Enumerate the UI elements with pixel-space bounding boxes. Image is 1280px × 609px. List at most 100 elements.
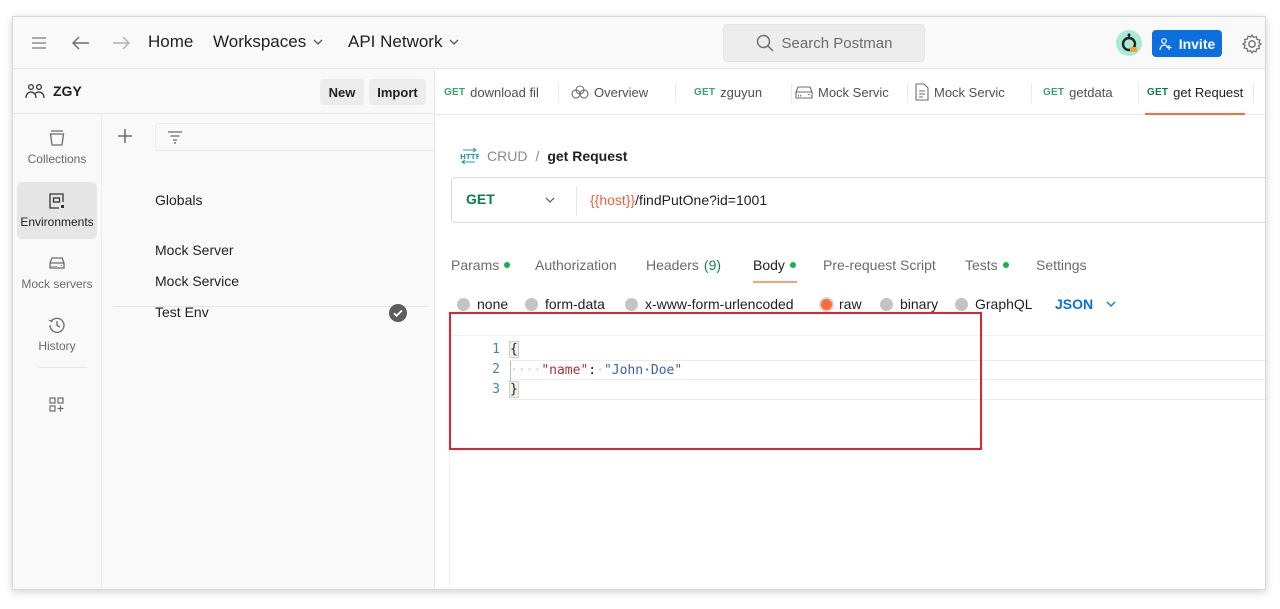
environment-item[interactable]: Test Env — [155, 304, 415, 320]
sidebar-item-mock-servers[interactable]: Mock servers — [17, 244, 97, 301]
new-button-label: New — [328, 84, 356, 100]
search-input[interactable]: Search Postman — [723, 24, 925, 62]
close-brace: } — [509, 381, 519, 398]
tab-label: Settings — [1036, 257, 1087, 273]
tab-label: Params — [451, 257, 500, 273]
radio-x-www-form-urlencoded[interactable]: x-www-form-urlencoded — [625, 296, 794, 312]
nav-api-network[interactable]: API Network — [348, 32, 460, 52]
radio-form-data[interactable]: form-data — [525, 296, 605, 312]
active-environment-check-icon[interactable] — [389, 304, 407, 322]
tab-mock-service-env[interactable]: Mock Servic — [915, 70, 1023, 114]
tab-method: GET — [1147, 86, 1169, 98]
tab-label: Mock Servic — [818, 84, 889, 100]
sidebar-item-collections[interactable]: Collections — [17, 119, 97, 176]
svg-text:HTTP: HTTP — [460, 153, 479, 161]
line-number: 2 — [492, 362, 500, 377]
breadcrumb-current[interactable]: get Request — [547, 148, 627, 164]
tab-separator — [907, 83, 908, 103]
add-environment-icon[interactable] — [116, 127, 134, 145]
tab-method: GET — [1043, 86, 1065, 98]
avatar[interactable] — [1116, 30, 1142, 56]
tab-params[interactable]: Params — [451, 257, 511, 273]
import-button-label: Import — [377, 84, 418, 100]
method-select[interactable]: GET — [466, 191, 495, 207]
breadcrumb-parent[interactable]: CRUD — [487, 148, 527, 164]
forward-arrow-icon[interactable] — [111, 33, 131, 53]
tab-bar: GET download fil Overview GET zguyun Moc… — [435, 70, 1265, 115]
tab-authorization[interactable]: Authorization — [535, 257, 617, 273]
environment-item[interactable]: Mock Server — [155, 242, 415, 258]
menu-icon[interactable] — [29, 33, 49, 53]
code-line: ····"name":·"John·Doe" — [510, 360, 1265, 381]
tab-label: Body — [753, 257, 785, 273]
radio-label: none — [477, 296, 509, 312]
tab-zguyun[interactable]: GET zguyun — [694, 70, 784, 114]
radio-button[interactable] — [457, 297, 470, 311]
nav-workspaces[interactable]: Workspaces — [213, 32, 324, 52]
tab-download-file[interactable]: GET download fil — [444, 70, 549, 114]
code-line: { — [509, 340, 1265, 360]
radio-graphql[interactable]: GraphQL — [955, 296, 1033, 312]
radio-raw[interactable]: raw — [821, 296, 862, 312]
settings-gear-icon[interactable] — [1241, 33, 1263, 55]
line-number: 1 — [492, 342, 500, 357]
sidebar-item-history[interactable]: History — [17, 306, 97, 363]
sidebar-item-label: Collections — [27, 152, 87, 166]
radio-button[interactable] — [525, 297, 538, 311]
radio-label: form-data — [545, 296, 605, 312]
tab-headers[interactable]: Headers (9) — [646, 257, 721, 273]
json-colon: : — [588, 363, 597, 378]
tab-pre-request-script[interactable]: Pre-request Script — [823, 257, 936, 273]
line-numbers: 1 2 3 — [450, 340, 500, 400]
radio-label: binary — [900, 296, 939, 312]
tab-getdata[interactable]: GET getdata — [1043, 70, 1133, 114]
radio-button[interactable] — [955, 297, 968, 311]
back-arrow-icon[interactable] — [71, 33, 91, 53]
add-workbench-icon — [49, 397, 64, 412]
tab-tests[interactable]: Tests — [965, 257, 1009, 273]
tab-settings[interactable]: Settings — [1036, 257, 1087, 273]
code-content[interactable]: { ····"name":·"John·Doe" } — [509, 340, 1265, 400]
tab-separator — [1031, 83, 1032, 103]
tab-get-request[interactable]: GET get Request — [1147, 70, 1247, 114]
filter-icon — [168, 131, 182, 144]
tab-label: download fil — [470, 84, 539, 100]
active-tab-indicator — [1145, 113, 1245, 115]
chevron-down-icon — [313, 39, 323, 45]
radio-label: GraphQL — [975, 296, 1033, 312]
sidebar-item-environments[interactable]: Environments — [17, 182, 97, 239]
breadcrumb-separator: / — [535, 148, 540, 164]
radio-none[interactable]: none — [457, 296, 508, 312]
radio-button[interactable] — [625, 297, 638, 311]
status-dot — [789, 262, 796, 268]
chevron-down-icon — [450, 39, 459, 45]
import-button[interactable]: Import — [369, 79, 426, 105]
tab-label: Headers — [646, 257, 699, 273]
workspace-name[interactable]: ZGY — [25, 83, 82, 99]
tab-mock-server[interactable]: Mock Servic — [795, 70, 903, 114]
url-path: /findPutOne?id=1001 — [635, 192, 768, 208]
tab-overview[interactable]: Overview — [571, 70, 671, 114]
filter-environments-input[interactable] — [155, 123, 437, 151]
headers-count: (9) — [703, 257, 722, 273]
radio-binary[interactable]: binary — [880, 296, 938, 312]
new-button[interactable]: New — [320, 79, 364, 105]
tab-method: GET — [694, 86, 716, 98]
invite-button[interactable]: Invite — [1152, 30, 1222, 57]
environment-globals[interactable]: Globals — [155, 192, 415, 208]
breadcrumb: HTTP CRUD / get Request — [459, 148, 627, 164]
configure-sidebar-button[interactable] — [17, 390, 97, 420]
tab-body[interactable]: Body — [753, 257, 796, 273]
radio-button-selected[interactable] — [821, 298, 832, 310]
nav-home[interactable]: Home — [148, 32, 193, 52]
chevron-down-icon[interactable] — [544, 194, 556, 206]
mock-servers-icon — [795, 86, 813, 99]
body-editor[interactable]: 1 2 3 { ····"name":·"John·Doe" } — [449, 335, 1265, 589]
environment-item[interactable]: Mock Service — [155, 273, 415, 289]
raw-format-select[interactable]: JSON — [1055, 296, 1117, 312]
url-input[interactable]: {{host}}/findPutOne?id=1001 — [590, 192, 767, 208]
indent-guide — [510, 361, 511, 381]
main-content: GET download fil Overview GET zguyun Moc… — [435, 70, 1265, 589]
environments-icon — [49, 193, 64, 209]
radio-button[interactable] — [880, 297, 893, 311]
